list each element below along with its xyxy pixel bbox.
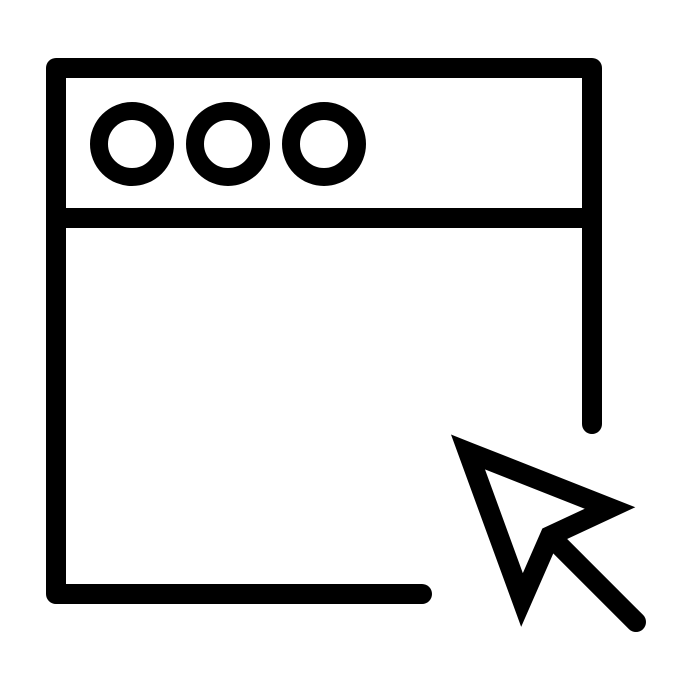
window-frame [46,58,602,604]
window-dot-icon [186,102,270,186]
icon-canvas [0,0,692,692]
window-frame-outline [46,58,602,604]
window-control-dots [90,102,366,186]
window-dot-icon [90,102,174,186]
mouse-pointer-cursor [450,434,646,632]
browser-window-cursor-icon [46,58,646,632]
cursor-tail [542,528,646,632]
window-dot-icon [282,102,366,186]
